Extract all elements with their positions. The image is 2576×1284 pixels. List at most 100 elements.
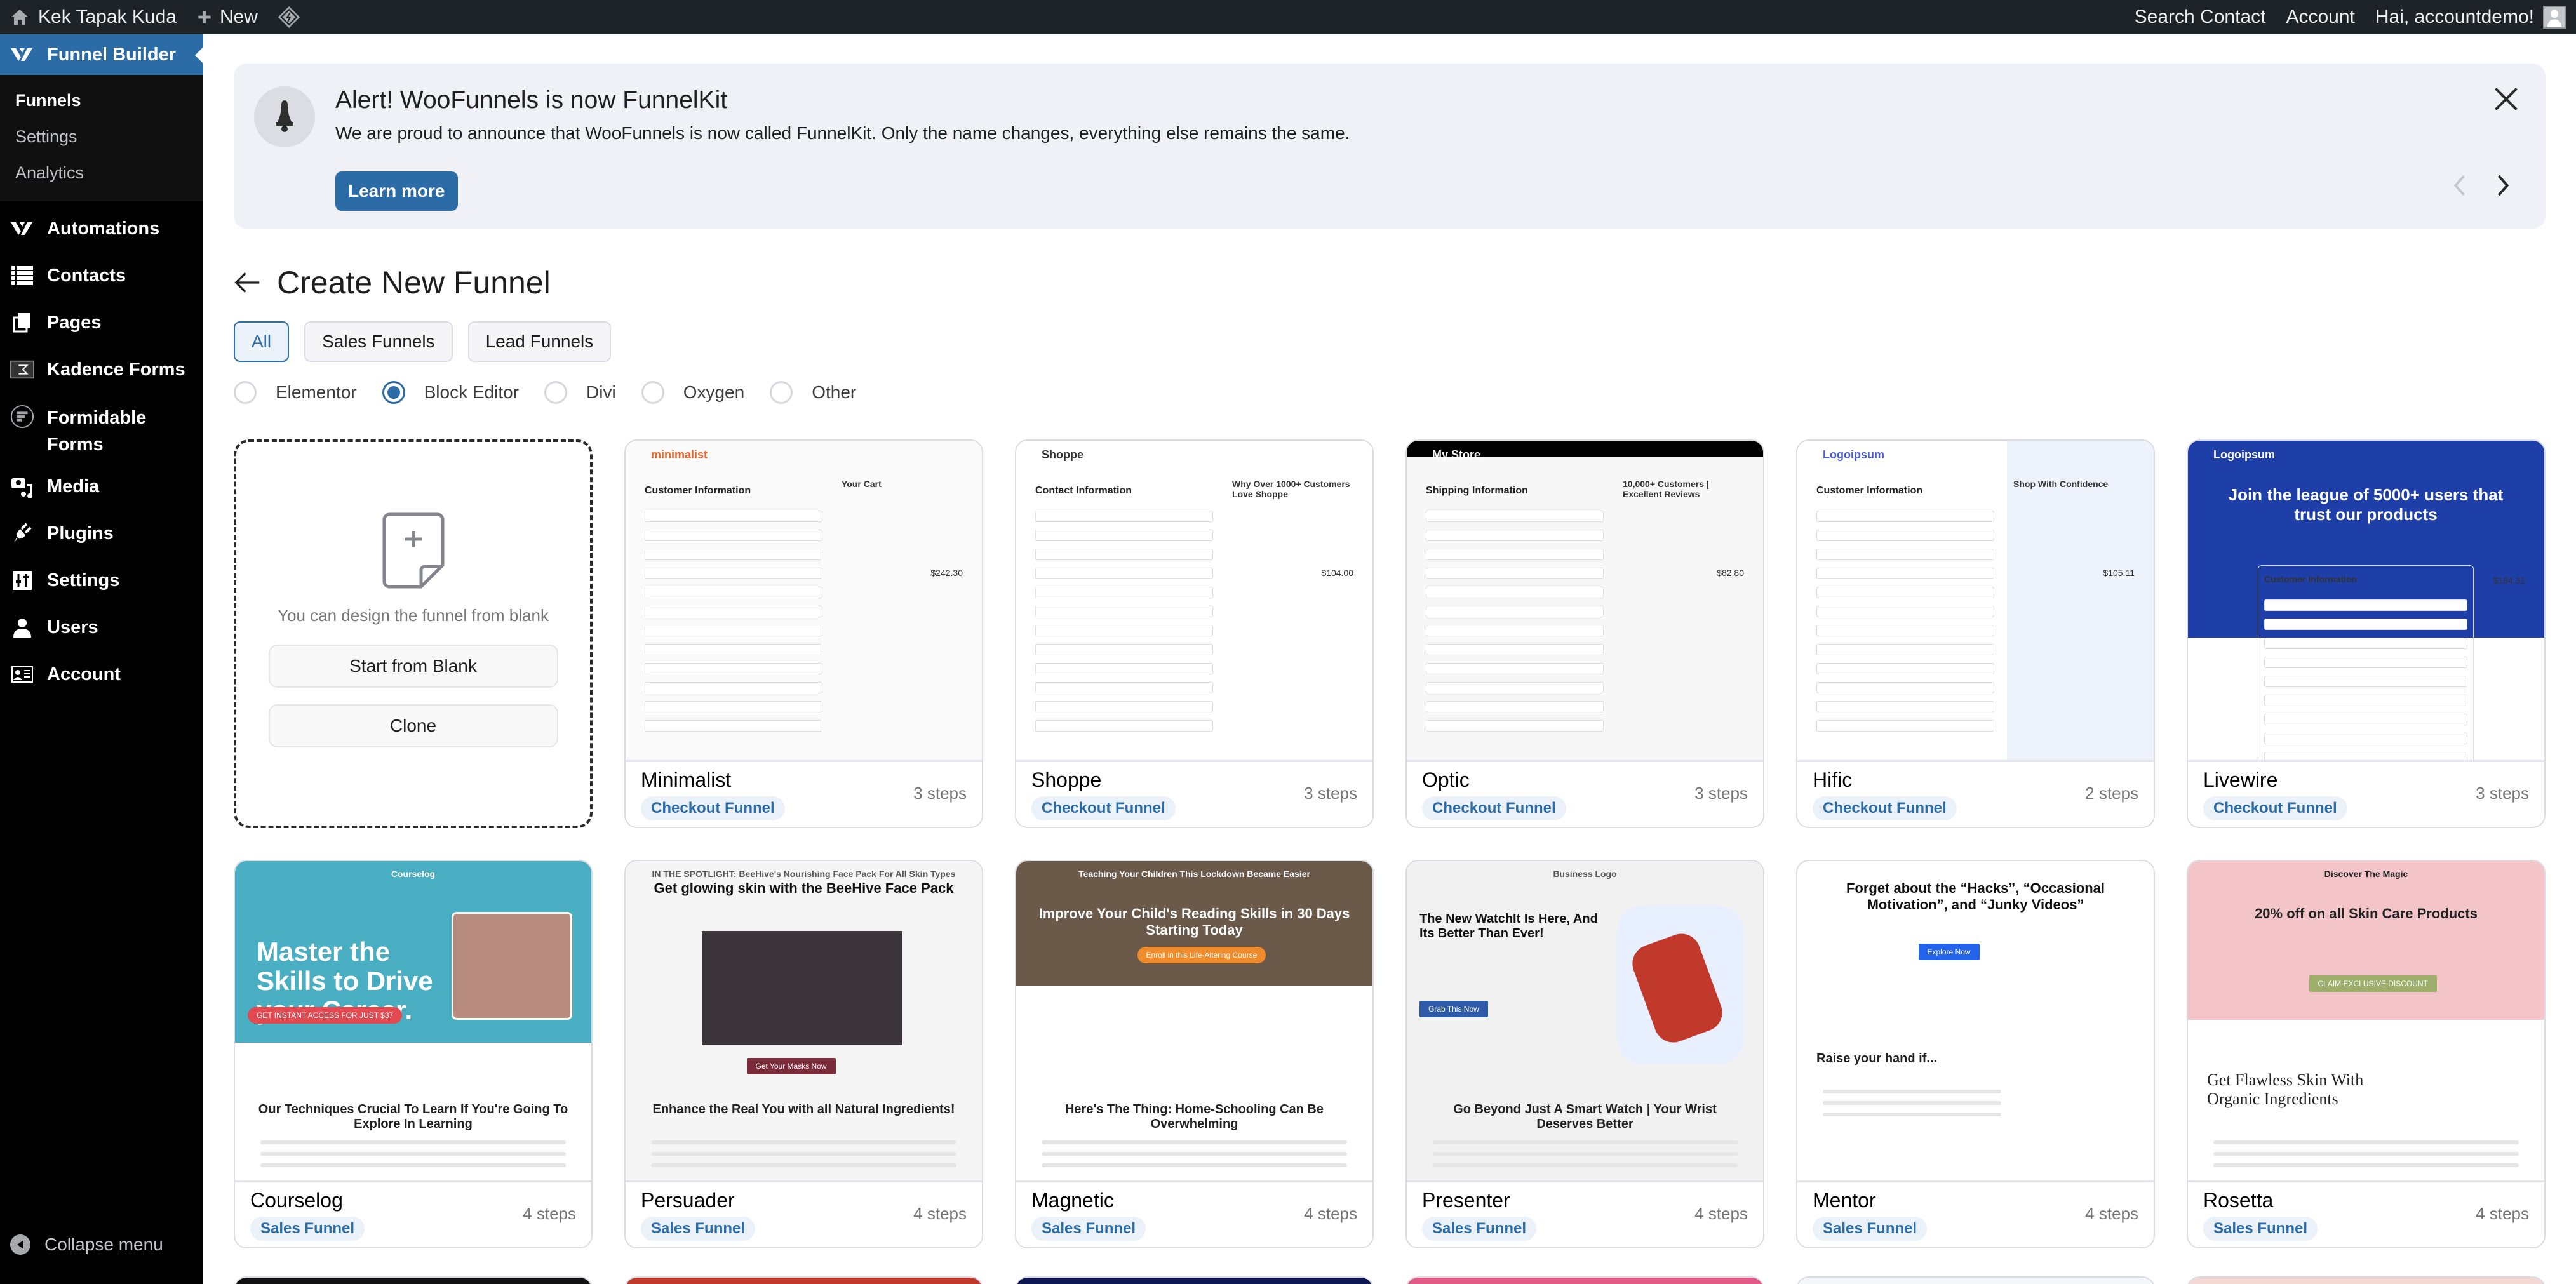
- template-step-count: 4 steps: [1304, 1204, 1357, 1223]
- menu-pages[interactable]: Pages: [0, 299, 203, 346]
- radio-other[interactable]: Other: [770, 381, 856, 404]
- preview-form-field: [1816, 549, 1994, 560]
- preview-brand: Teaching Your Children This Lockdown Bec…: [1078, 869, 1310, 879]
- menu-account[interactable]: Account: [0, 651, 203, 698]
- tab-lead-funnels[interactable]: Lead Funnels: [467, 321, 612, 362]
- template-card-partial[interactable]: [1405, 1276, 1764, 1284]
- radio-divi[interactable]: Divi: [544, 381, 616, 404]
- site-name-link[interactable]: Kek Tapak Kuda: [0, 0, 187, 34]
- tab-sales-funnels[interactable]: Sales Funnels: [304, 321, 453, 362]
- new-content-link[interactable]: New: [187, 0, 268, 34]
- template-card[interactable]: Logoipsum Join the league of 5000+ users …: [2187, 439, 2546, 828]
- preview-form-field: [645, 701, 822, 712]
- my-account-menu[interactable]: Hai, accountdemo!: [2365, 0, 2576, 34]
- blank-funnel-card: You can design the funnel from blank Sta…: [234, 439, 593, 828]
- menu-formidable-forms[interactable]: Formidable Forms: [0, 393, 203, 463]
- template-card[interactable]: My Store Shipping Information 10,000+ Cust…: [1405, 439, 1764, 828]
- search-contact-link[interactable]: Search Contact: [2124, 0, 2276, 34]
- preview-text-line: [1432, 1163, 1738, 1167]
- template-card[interactable]: CourselogMaster the Skills to Drive your…: [234, 860, 593, 1248]
- submenu-funnels[interactable]: Funnels: [0, 83, 203, 119]
- menu-users[interactable]: Users: [0, 604, 203, 651]
- menu-settings[interactable]: Settings: [0, 557, 203, 604]
- preview-total: $105.11: [2103, 568, 2135, 578]
- radio-elementor[interactable]: Elementor: [234, 381, 357, 404]
- submenu-analytics[interactable]: Analytics: [0, 155, 203, 191]
- preview-form-field: [645, 625, 822, 636]
- preview-form-field: [645, 720, 822, 732]
- radio-dot[interactable]: [544, 381, 568, 404]
- radio-dot[interactable]: [641, 381, 664, 404]
- template-card[interactable]: minimalist Customer Information Your Cart $…: [624, 439, 983, 828]
- close-icon[interactable]: [2492, 85, 2520, 113]
- preview-text-line: [1042, 1140, 1347, 1144]
- template-card[interactable]: Discover The Magic 20% off on all Skin Ca…: [2187, 860, 2546, 1248]
- template-card[interactable]: Forget about the “Hacks”, “Occasional Mo…: [1796, 860, 2155, 1248]
- template-card[interactable]: IN THE SPOTLIGHT: BeeHive's Nourishing F…: [624, 860, 983, 1248]
- template-card-partial[interactable]: [1015, 1276, 1374, 1284]
- back-arrow-icon[interactable]: [234, 270, 262, 295]
- template-card[interactable]: Teaching Your Children This Lockdown Bec…: [1015, 860, 1374, 1248]
- preview-form-field: [1035, 720, 1213, 732]
- template-step-count: 3 steps: [913, 784, 967, 803]
- preview-form-field: [1426, 720, 1604, 732]
- radio-dot[interactable]: [234, 381, 257, 404]
- template-card[interactable]: Shoppe Contact Information Why Over 1000+ …: [1015, 439, 1374, 828]
- radio-dot[interactable]: [382, 381, 405, 404]
- learn-more-button[interactable]: Learn more: [335, 171, 458, 211]
- radio-dot[interactable]: [770, 381, 793, 404]
- menu-label: Users: [47, 617, 98, 638]
- template-name: Magnetic: [1031, 1189, 1114, 1212]
- template-type-badge: Checkout Funnel: [1422, 796, 1566, 820]
- menu-kadence-forms[interactable]: Kadence Forms: [0, 346, 203, 393]
- submenu-settings[interactable]: Settings: [0, 119, 203, 155]
- preview-headline: Forget about the “Hacks”, “Occasional Mo…: [1846, 880, 2105, 913]
- preview-form-field: [1426, 701, 1604, 712]
- clone-button[interactable]: Clone: [268, 704, 558, 747]
- preview-headline: Customer Information: [645, 485, 751, 496]
- preview-form-field: [645, 511, 822, 522]
- template-card[interactable]: Logoipsum Customer Information Shop With C…: [1796, 439, 2155, 828]
- preview-text-line: [1042, 1152, 1347, 1156]
- user-greeting: Hai, accountdemo!: [2375, 6, 2534, 27]
- preview-form-field: [1426, 682, 1604, 693]
- menu-label: Settings: [47, 570, 120, 591]
- menu-contacts[interactable]: Contacts: [0, 252, 203, 299]
- template-card-partial[interactable]: [1796, 1276, 2155, 1284]
- preview-form-field: [1426, 606, 1604, 617]
- preview-side-title: Why Over 1000+ Customers Love Shoppe: [1232, 479, 1350, 499]
- media-icon: [10, 474, 34, 498]
- new-label: New: [219, 6, 258, 27]
- template-step-count: 4 steps: [2476, 1204, 2529, 1223]
- menu-label: Formidable Forms: [47, 408, 147, 455]
- preview-side-title: 10,000+ Customers | Excellent Reviews: [1623, 479, 1709, 499]
- start-from-blank-button[interactable]: Start from Blank: [268, 645, 558, 688]
- template-name: Hific: [1813, 768, 1853, 791]
- radio-oxygen[interactable]: Oxygen: [641, 381, 744, 404]
- preview-form-field: [1816, 587, 1994, 598]
- account-link[interactable]: Account: [2276, 0, 2365, 34]
- radio-block-editor[interactable]: Block Editor: [382, 381, 519, 404]
- preview-form-field: [1426, 511, 1604, 522]
- tab-all[interactable]: All: [234, 321, 290, 362]
- menu-plugins[interactable]: Plugins: [0, 510, 203, 557]
- preview-form-field: [1816, 606, 1994, 617]
- menu-label: Account: [47, 664, 121, 685]
- preview-form-field: [645, 587, 822, 598]
- template-card-partial[interactable]: [234, 1276, 593, 1284]
- menu-label: Funnel Builder: [47, 44, 176, 65]
- preview-brand: Discover The Magic: [2324, 869, 2408, 879]
- template-grid: You can design the funnel from blank Sta…: [234, 439, 2546, 1248]
- collapse-menu-button[interactable]: Collapse menu: [10, 1234, 163, 1255]
- template-card-partial[interactable]: [624, 1276, 983, 1284]
- preview-cta: Enroll in this Life-Altering Course: [1137, 947, 1266, 963]
- chevron-left-icon[interactable]: [2450, 173, 2469, 198]
- menu-media[interactable]: Media: [0, 463, 203, 510]
- menu-automations[interactable]: Automations: [0, 205, 203, 252]
- preview-form-field: [1816, 568, 1994, 579]
- template-card-partial[interactable]: [2187, 1276, 2546, 1284]
- template-card[interactable]: Business Logo The New WatchIt Is Here, An…: [1405, 860, 1764, 1248]
- chevron-right-icon[interactable]: [2493, 173, 2512, 198]
- plugin-diamond-link[interactable]: [268, 0, 310, 34]
- menu-funnel-builder[interactable]: Funnel Builder: [0, 34, 203, 75]
